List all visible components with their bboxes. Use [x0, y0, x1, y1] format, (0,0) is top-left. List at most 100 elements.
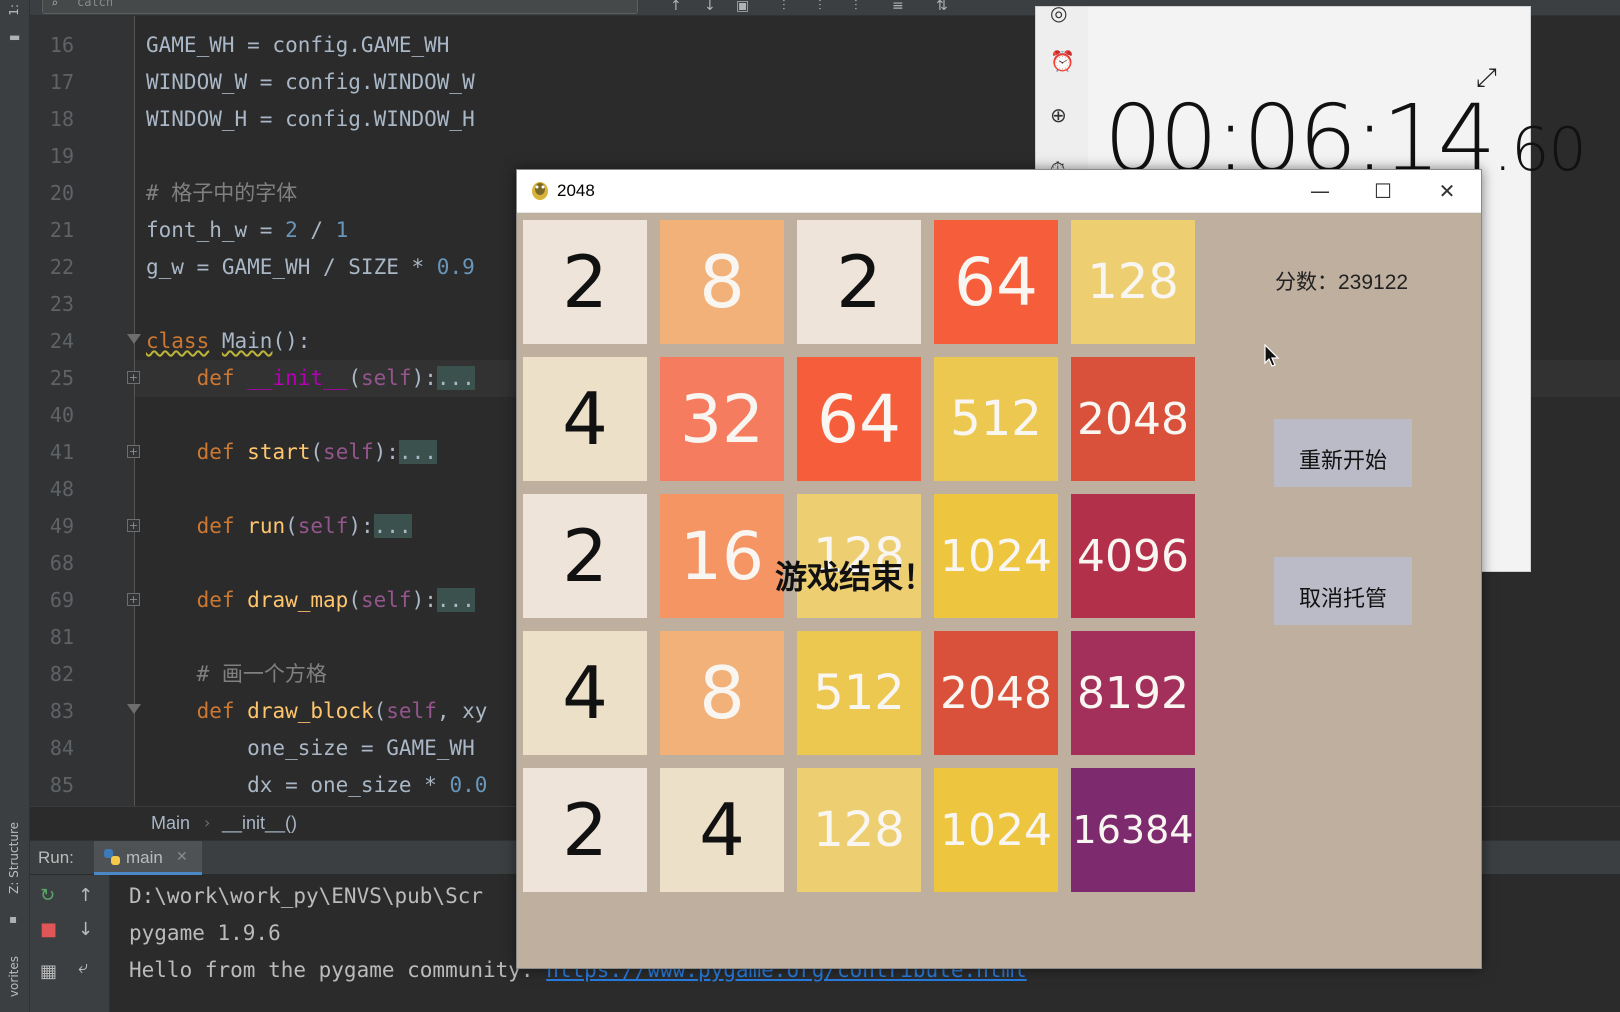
tile: 4096: [1071, 494, 1195, 618]
rerun-icon[interactable]: ↻: [40, 885, 55, 906]
fold-expand-icon[interactable]: +: [127, 371, 140, 384]
close-window-icon[interactable]: ✕: [1424, 176, 1470, 206]
select-all-icon[interactable]: ▣: [736, 0, 749, 14]
line-number: 21: [49, 218, 74, 242]
code-text: class Main():: [146, 329, 311, 353]
regex-icon[interactable]: ⫶: [854, 0, 858, 14]
game-over-text: 游戏结束！: [775, 559, 936, 595]
fold-expand-icon[interactable]: +: [127, 519, 140, 532]
scroll-down-icon[interactable]: ↓: [78, 919, 93, 940]
multiline-icon[interactable]: ≡: [892, 0, 904, 14]
line-number: 85: [49, 773, 74, 797]
line-number: 19: [49, 144, 74, 168]
python-icon: [104, 849, 120, 865]
cancel-auto-button[interactable]: 取消托管: [1274, 557, 1412, 625]
fold-collapse-icon[interactable]: [127, 334, 141, 344]
code-text: def start(self):...: [196, 440, 437, 464]
tile: 512: [797, 631, 921, 755]
mouse-cursor-icon: [1264, 344, 1280, 367]
maximize-icon[interactable]: ☐: [1360, 176, 1406, 206]
search-input[interactable]: ⌕ catch: [42, 0, 638, 14]
fold-expand-icon[interactable]: +: [127, 593, 140, 606]
close-icon[interactable]: ✕: [176, 849, 188, 865]
fold-collapse-icon[interactable]: [127, 704, 141, 714]
pygame-snake-icon: [532, 182, 548, 200]
run-panel-label: Run:: [38, 848, 74, 867]
line-number: 22: [49, 255, 74, 279]
tile: 1024: [934, 494, 1058, 618]
line-number: 83: [49, 699, 74, 723]
match-case-icon[interactable]: ⫶: [818, 0, 822, 14]
search-icon: ⌕: [51, 0, 59, 10]
favorites-tool-tab[interactable]: vorites: [7, 956, 21, 997]
tile: 4: [523, 631, 647, 755]
line-number: 18: [49, 107, 74, 131]
code-text: def draw_map(self):...: [196, 588, 475, 612]
score-label: 分数：239122: [1275, 271, 1409, 294]
world-clock-icon[interactable]: ⊕: [1050, 103, 1067, 127]
run-tab-label: main: [126, 848, 163, 867]
line-number: 69: [49, 588, 74, 612]
line-number: 23: [49, 292, 74, 316]
line-number: 25: [49, 366, 74, 390]
line-number: 17: [49, 70, 74, 94]
game-window: 2048 — ☐ ✕ 2 8 2 64 128 4 32 64 512 2048 2 16 128 102…: [516, 169, 1482, 969]
structure-icon[interactable]: ▪: [9, 912, 17, 926]
soft-wrap-icon[interactable]: ⤶: [78, 957, 88, 978]
tile: 2: [523, 768, 647, 892]
restart-button[interactable]: 重新开始: [1274, 419, 1412, 487]
tile: 8192: [1071, 631, 1195, 755]
code-text: dx = one_size * 0.0: [146, 773, 488, 797]
tile: 16384: [1071, 768, 1195, 892]
search-input-value: catch: [77, 0, 114, 9]
tile: 4: [660, 768, 784, 892]
line-number: 16: [49, 33, 74, 57]
code-text: # 格子中的字体: [146, 181, 298, 205]
arrow-up-icon[interactable]: ↑: [670, 0, 682, 14]
tile: 64: [797, 357, 921, 481]
console-line: pygame 1.9.6: [129, 921, 281, 945]
line-number: 20: [49, 181, 74, 205]
tile: 128: [797, 768, 921, 892]
line-number: 24: [49, 329, 74, 353]
line-number: 49: [49, 514, 74, 538]
tile: 8: [660, 220, 784, 344]
tile: 2: [523, 494, 647, 618]
arrow-down-icon[interactable]: ↓: [704, 0, 716, 14]
project-tool-tab[interactable]: 1:: [7, 4, 21, 16]
scroll-up-icon[interactable]: ↑: [78, 885, 93, 906]
line-number: 81: [49, 625, 74, 649]
line-number: 68: [49, 551, 74, 575]
tile: 16: [660, 494, 784, 618]
breadcrumb-item-class[interactable]: Main: [151, 813, 190, 834]
minimize-icon[interactable]: —: [1297, 176, 1343, 206]
stop-icon[interactable]: ■: [40, 919, 57, 940]
line-number: 82: [49, 662, 74, 686]
layout-icon[interactable]: ▦: [40, 961, 57, 982]
alarm-icon[interactable]: ⏰: [1050, 49, 1075, 73]
code-text: def run(self):...: [196, 514, 412, 538]
code-text: font_h_w = 2 / 1: [146, 218, 349, 242]
focus-icon[interactable]: ◎: [1050, 1, 1067, 25]
line-number: 84: [49, 736, 74, 760]
line-number: 40: [49, 403, 74, 427]
run-tab-main[interactable]: main ✕: [94, 841, 202, 875]
settings-filter-icon[interactable]: ⇅: [936, 0, 948, 14]
tile: 64: [934, 220, 1058, 344]
tile: 4: [523, 357, 647, 481]
code-text: g_w = GAME_WH / SIZE * 0.9: [146, 255, 475, 279]
tile: 8: [660, 631, 784, 755]
console-line: D:\work\work_py\ENVS\pub\Scr: [129, 884, 484, 908]
fold-expand-icon[interactable]: +: [127, 445, 140, 458]
tile: 2: [797, 220, 921, 344]
window-title: 2048: [557, 181, 595, 200]
structure-tool-tab[interactable]: Z: Structure: [7, 822, 21, 894]
tile: 512: [934, 357, 1058, 481]
tile: 32: [660, 357, 784, 481]
code-text: WINDOW_H = config.WINDOW_H: [146, 107, 475, 131]
tile: 1024: [934, 768, 1058, 892]
breadcrumb-separator: ›: [204, 813, 211, 832]
filter-icon[interactable]: ⫶: [782, 0, 786, 14]
line-number: 48: [49, 477, 74, 501]
breadcrumb-item-method[interactable]: __init__(): [222, 813, 297, 834]
